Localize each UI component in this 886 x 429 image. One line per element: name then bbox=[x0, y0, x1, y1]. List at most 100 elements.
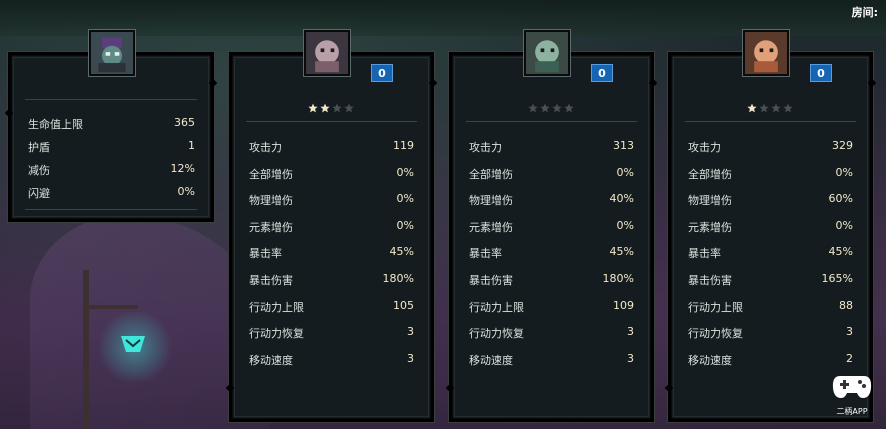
stat-value: 109 bbox=[613, 298, 634, 312]
unit-stats-panel: 攻击力 119 全部增伤 0% 物理增伤 0% 元素增伤 0% 暴击率 45% 暴击伤害 180% 行动… bbox=[225, 51, 438, 423]
lantern-icon bbox=[121, 336, 145, 352]
panel-notch bbox=[445, 383, 455, 393]
stat-value: 3 bbox=[407, 325, 414, 339]
stat-row: 行动力恢复 3 bbox=[688, 325, 853, 341]
panel-divider bbox=[25, 99, 197, 100]
stat-row: 暴击率 45% bbox=[688, 245, 853, 261]
stat-row: 攻击力 313 bbox=[469, 139, 634, 155]
stat-label: 移动速度 bbox=[249, 353, 293, 367]
stat-row: 暴击伤害 180% bbox=[249, 272, 414, 288]
unit-portrait[interactable] bbox=[523, 29, 571, 77]
stat-label: 暴击率 bbox=[249, 247, 282, 261]
stat-row: 生命值上限 365 bbox=[28, 116, 195, 132]
stat-row: 暴击率 45% bbox=[249, 245, 414, 261]
stat-row: 全部增伤 0% bbox=[469, 166, 634, 182]
stat-label: 暴击率 bbox=[469, 247, 502, 261]
stat-row: 行动力上限 105 bbox=[249, 299, 414, 315]
stat-row: 元素增伤 0% bbox=[469, 219, 634, 235]
star-empty-icon bbox=[540, 103, 550, 113]
stat-value: 165% bbox=[821, 272, 853, 285]
unit-portrait[interactable] bbox=[303, 29, 351, 77]
star-empty-icon bbox=[344, 103, 354, 113]
level-badge[interactable]: 0 bbox=[810, 64, 832, 82]
stat-label: 护盾 bbox=[28, 141, 50, 154]
stat-label: 移动速度 bbox=[688, 353, 732, 367]
unit-portrait[interactable] bbox=[742, 29, 790, 77]
lamp-post bbox=[83, 270, 89, 429]
stat-value: 0% bbox=[396, 218, 414, 232]
stat-row: 暴击伤害 180% bbox=[469, 272, 634, 288]
stat-label: 暴击率 bbox=[688, 247, 721, 261]
stat-value: 3 bbox=[627, 351, 634, 365]
player-stats-panel: 生命值上限 365 护盾 1 减伤 12% 闪避 0% bbox=[4, 51, 218, 223]
room-label: 房间: bbox=[851, 6, 878, 19]
watermark-label: 二柄APP bbox=[836, 407, 868, 416]
stat-value: 2 bbox=[846, 351, 853, 365]
level-badge[interactable]: 0 bbox=[371, 64, 393, 82]
stat-label: 物理增伤 bbox=[469, 194, 513, 208]
stat-value: 88 bbox=[839, 298, 853, 312]
unit-stats-panel: 攻击力 313 全部增伤 0% 物理增伤 40% 元素增伤 0% 暴击率 45% 暴击伤害 180% 行… bbox=[445, 51, 658, 423]
panel-notch bbox=[867, 78, 877, 88]
lamp-arm bbox=[83, 305, 138, 309]
panel-notch bbox=[648, 78, 658, 88]
level-badge[interactable]: 0 bbox=[591, 64, 613, 82]
stat-label: 攻击力 bbox=[688, 141, 721, 154]
stat-label: 元素增伤 bbox=[469, 220, 513, 234]
stat-value: 45% bbox=[389, 245, 414, 259]
stat-value: 119 bbox=[393, 139, 414, 152]
stat-row: 全部增伤 0% bbox=[249, 166, 414, 182]
stat-label: 减伤 bbox=[28, 164, 50, 177]
stat-label: 移动速度 bbox=[469, 353, 513, 367]
stat-label: 元素增伤 bbox=[249, 220, 293, 234]
stat-row: 物理增伤 0% bbox=[249, 192, 414, 208]
watermark: 二柄APP bbox=[828, 374, 876, 417]
stat-value: 313 bbox=[613, 139, 634, 152]
stat-value: 60% bbox=[828, 192, 853, 206]
stat-row: 全部增伤 0% bbox=[688, 166, 853, 182]
star-empty-icon bbox=[783, 103, 793, 113]
stat-label: 行动力上限 bbox=[469, 300, 524, 314]
stat-row: 行动力上限 88 bbox=[688, 299, 853, 315]
panel-notch bbox=[208, 78, 218, 88]
star-rating bbox=[308, 103, 354, 113]
stat-label: 行动力恢复 bbox=[469, 327, 524, 341]
panel-notch bbox=[664, 383, 674, 393]
panel-divider bbox=[25, 209, 197, 210]
stat-value: 365 bbox=[174, 116, 195, 129]
stat-value: 0% bbox=[177, 185, 195, 198]
star-rating bbox=[747, 103, 793, 113]
stat-label: 全部增伤 bbox=[688, 167, 732, 181]
stat-value: 329 bbox=[832, 139, 853, 152]
stat-row: 行动力恢复 3 bbox=[469, 325, 634, 341]
panel-divider bbox=[246, 121, 417, 122]
stat-value: 0% bbox=[396, 192, 414, 206]
stat-row: 元素增伤 0% bbox=[249, 219, 414, 235]
stat-value: 45% bbox=[828, 245, 853, 259]
stat-row: 攻击力 329 bbox=[688, 139, 853, 155]
star-filled-icon bbox=[308, 103, 318, 113]
stat-row: 移动速度 3 bbox=[469, 352, 634, 368]
star-filled-icon bbox=[747, 103, 757, 113]
star-filled-icon bbox=[320, 103, 330, 113]
stat-row: 元素增伤 0% bbox=[688, 219, 853, 235]
stat-value: 180% bbox=[602, 272, 634, 285]
star-empty-icon bbox=[564, 103, 574, 113]
stat-label: 攻击力 bbox=[469, 141, 502, 154]
stat-row: 行动力恢复 3 bbox=[249, 325, 414, 341]
stat-row: 行动力上限 109 bbox=[469, 299, 634, 315]
stat-value: 3 bbox=[627, 325, 634, 339]
stat-value: 45% bbox=[609, 245, 634, 259]
stat-row: 移动速度 3 bbox=[249, 352, 414, 368]
stat-label: 全部增伤 bbox=[469, 167, 513, 181]
stat-value: 3 bbox=[846, 325, 853, 339]
star-empty-icon bbox=[771, 103, 781, 113]
stat-row: 物理增伤 60% bbox=[688, 192, 853, 208]
player-portrait[interactable] bbox=[88, 29, 136, 77]
stat-value: 0% bbox=[616, 165, 634, 179]
star-empty-icon bbox=[332, 103, 342, 113]
stat-label: 行动力上限 bbox=[688, 300, 743, 314]
stat-label: 行动力恢复 bbox=[249, 327, 304, 341]
gamepad-icon bbox=[832, 376, 872, 398]
stat-label: 闪避 bbox=[28, 187, 50, 200]
